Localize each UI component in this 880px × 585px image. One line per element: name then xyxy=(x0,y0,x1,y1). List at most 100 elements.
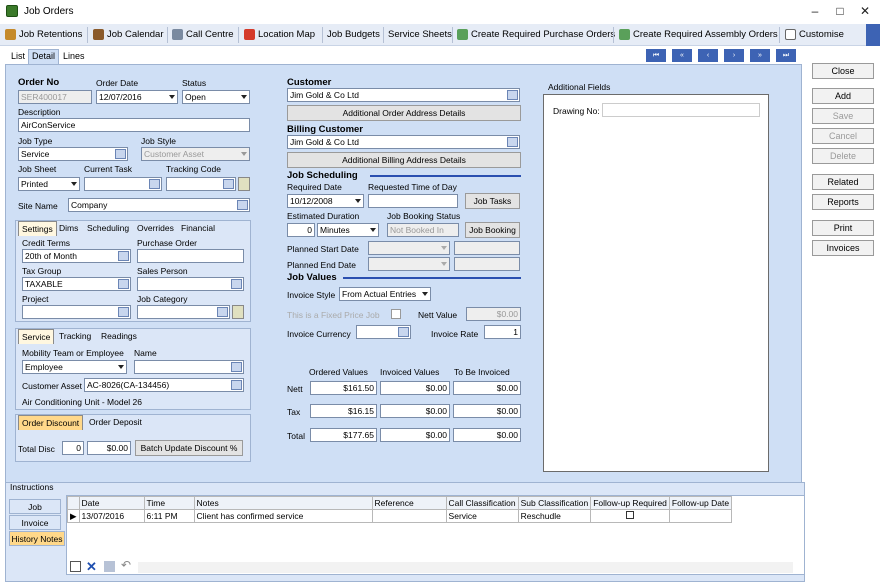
tab-job-instructions[interactable]: Job xyxy=(9,499,61,514)
col-notes[interactable]: Notes xyxy=(193,496,373,510)
tax-group-field[interactable]: TAXABLE xyxy=(22,277,131,291)
planned-start-time[interactable] xyxy=(454,241,520,255)
invoice-rate-field[interactable]: 1 xyxy=(484,325,521,339)
job-tasks-button[interactable]: Job Tasks xyxy=(465,193,520,209)
horizontal-scrollbar[interactable] xyxy=(138,562,793,573)
billing-customer-field[interactable]: Jim Gold & Co Ltd xyxy=(287,135,520,149)
total-ordered-field[interactable]: $177.65 xyxy=(310,428,377,442)
undo-note-icon[interactable]: ↶ xyxy=(121,558,131,572)
invoice-currency-field[interactable] xyxy=(356,325,411,339)
col-date[interactable]: Date xyxy=(78,496,145,510)
close-window-button[interactable]: ✕ xyxy=(855,4,875,18)
requested-time-field[interactable] xyxy=(368,194,458,208)
create-assembly-orders-button[interactable]: Create Required Assembly Orders xyxy=(619,29,778,40)
invoice-style-select[interactable]: From Actual Entries xyxy=(339,287,431,301)
project-field[interactable] xyxy=(22,305,131,319)
table-row[interactable]: ▶ 13/07/2016 6:11 PM Client has confirme… xyxy=(67,509,733,523)
drawing-no-field[interactable] xyxy=(602,103,760,117)
tracking-code-field[interactable] xyxy=(166,177,236,191)
maximize-button[interactable]: □ xyxy=(830,4,850,18)
tab-order-discount[interactable]: Order Discount xyxy=(18,415,84,430)
duration-field[interactable]: 0 xyxy=(287,223,315,237)
fixed-price-checkbox[interactable] xyxy=(391,309,401,319)
col-sub-classification[interactable]: Sub Classification xyxy=(517,496,592,510)
nav-first-button[interactable]: ⏮ xyxy=(646,49,666,62)
job-sheet-select[interactable]: Printed xyxy=(18,177,80,191)
tax-ordered-field[interactable]: $16.15 xyxy=(310,404,377,418)
required-date-field[interactable]: 10/12/2008 xyxy=(287,194,364,208)
tab-lines[interactable]: Lines xyxy=(60,50,88,64)
save-note-icon[interactable] xyxy=(104,561,115,572)
new-note-icon[interactable] xyxy=(70,561,81,572)
tab-financial[interactable]: Financial xyxy=(178,221,218,235)
col-follow-up-required[interactable]: Follow-up Required xyxy=(590,496,670,510)
close-button[interactable]: Close xyxy=(812,63,874,79)
nett-ordered-field[interactable]: $161.50 xyxy=(310,381,377,395)
tab-order-deposit[interactable]: Order Deposit xyxy=(86,415,145,429)
reports-button[interactable]: Reports xyxy=(812,194,874,210)
job-booking-button[interactable]: Job Booking xyxy=(465,222,520,238)
invoices-button[interactable]: Invoices xyxy=(812,240,874,256)
tab-tracking[interactable]: Tracking xyxy=(56,329,94,343)
status-select[interactable]: Open xyxy=(182,90,250,104)
col-follow-up-date[interactable]: Follow-up Date xyxy=(668,496,733,510)
nav-last-button[interactable]: ⏭ xyxy=(776,49,796,62)
customer-asset-field[interactable]: AC-8026(CA-134456) xyxy=(84,378,244,392)
print-button[interactable]: Print xyxy=(812,220,874,236)
planned-end-time[interactable] xyxy=(454,257,520,271)
purchase-order-field[interactable] xyxy=(137,249,244,263)
credit-terms-field[interactable]: 20th of Month xyxy=(22,249,131,263)
mobility-select[interactable]: Employee xyxy=(22,360,127,374)
tab-scheduling[interactable]: Scheduling xyxy=(84,221,132,235)
nett-to-invoice-field[interactable]: $0.00 xyxy=(453,381,521,395)
customer-field[interactable]: Jim Gold & Co Ltd xyxy=(287,88,520,102)
sales-person-field[interactable] xyxy=(137,277,244,291)
tab-list[interactable]: List xyxy=(8,50,28,64)
tab-service[interactable]: Service xyxy=(18,329,55,344)
nett-value-field[interactable]: $0.00 xyxy=(466,307,521,321)
service-sheets-button[interactable]: Service Sheets xyxy=(388,29,452,40)
delete-button[interactable]: Delete xyxy=(812,148,874,164)
additional-billing-address-button[interactable]: Additional Billing Address Details xyxy=(287,152,521,168)
description-field[interactable]: AirConService xyxy=(18,118,250,132)
order-date-field[interactable]: 12/07/2016 xyxy=(96,90,178,104)
tax-invoiced-field[interactable]: $0.00 xyxy=(380,404,450,418)
call-centre-button[interactable]: Call Centre xyxy=(172,29,234,40)
employee-name-field[interactable] xyxy=(134,360,244,374)
tab-history-notes[interactable]: History Notes xyxy=(9,531,65,546)
additional-order-address-button[interactable]: Additional Order Address Details xyxy=(287,105,521,121)
related-button[interactable]: Related xyxy=(812,174,874,190)
nav-next-page-button[interactable]: » xyxy=(750,49,770,62)
site-name-field[interactable]: Company xyxy=(68,198,250,212)
planned-end-date[interactable] xyxy=(368,257,450,271)
tax-to-invoice-field[interactable]: $0.00 xyxy=(453,404,521,418)
location-map-button[interactable]: Location Map xyxy=(244,29,315,40)
delete-note-icon[interactable]: ✕ xyxy=(86,559,97,575)
total-invoiced-field[interactable]: $0.00 xyxy=(380,428,450,442)
batch-update-discount-button[interactable]: Batch Update Discount % xyxy=(135,440,243,456)
job-retentions-button[interactable]: Job Retentions xyxy=(5,29,82,40)
job-category-field[interactable] xyxy=(137,305,230,319)
booking-status-field[interactable]: Not Booked In xyxy=(387,223,459,237)
discount-percent-field[interactable]: 0 xyxy=(62,441,84,455)
col-call-classification[interactable]: Call Classification xyxy=(445,496,519,510)
minimize-button[interactable]: – xyxy=(805,4,825,18)
col-reference[interactable]: Reference xyxy=(371,496,447,510)
tab-invoice-instructions[interactable]: Invoice xyxy=(9,515,61,530)
job-budgets-button[interactable]: Job Budgets xyxy=(327,29,380,40)
job-type-field[interactable]: Service xyxy=(18,147,128,161)
nett-invoiced-field[interactable]: $0.00 xyxy=(380,381,450,395)
tab-settings[interactable]: Settings xyxy=(18,221,57,236)
add-button[interactable]: Add xyxy=(812,88,874,104)
toolbar-overflow-icon[interactable] xyxy=(866,24,880,46)
job-calendar-button[interactable]: Job Calendar xyxy=(93,29,164,40)
col-time[interactable]: Time xyxy=(143,496,195,510)
follow-up-checkbox[interactable] xyxy=(626,511,635,519)
cancel-button[interactable]: Cancel xyxy=(812,128,874,144)
discount-amount-field[interactable]: $0.00 xyxy=(87,441,131,455)
tab-detail[interactable]: Detail xyxy=(28,49,60,65)
tab-overrides[interactable]: Overrides xyxy=(134,221,177,235)
nav-next-button[interactable]: › xyxy=(724,49,744,62)
nav-prev-page-button[interactable]: « xyxy=(672,49,692,62)
current-task-field[interactable] xyxy=(84,177,162,191)
